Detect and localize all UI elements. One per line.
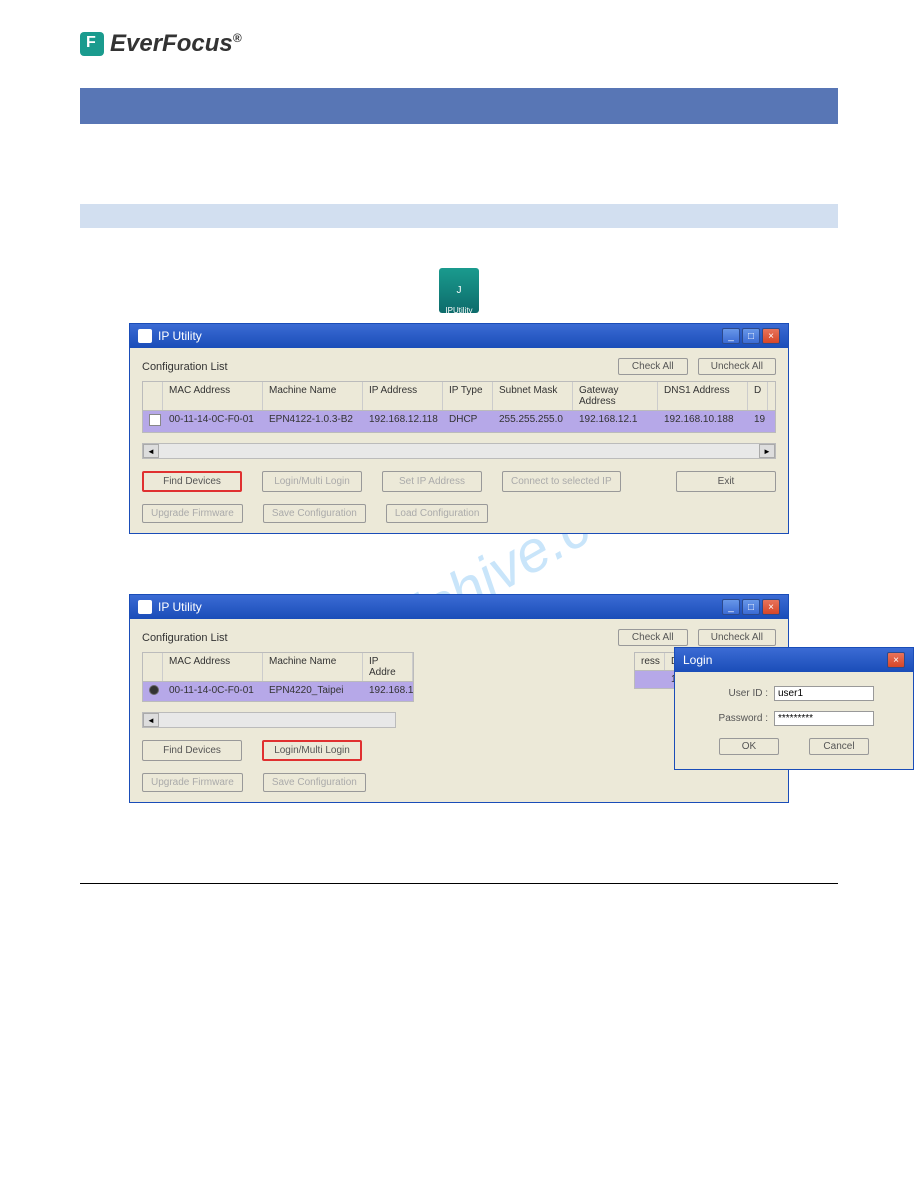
password-field[interactable] bbox=[774, 711, 874, 726]
col-mac: MAC Address bbox=[163, 653, 263, 681]
dialog-title: Login bbox=[683, 653, 712, 667]
user-id-label: User ID : bbox=[714, 688, 774, 699]
cell-subnet: 255.255.255.0 bbox=[493, 411, 573, 432]
cell-ip: 192.168.12.118 bbox=[363, 411, 443, 432]
col-machine: Machine Name bbox=[263, 653, 363, 681]
maximize-button[interactable]: □ bbox=[742, 599, 760, 615]
col-d: D bbox=[748, 382, 768, 410]
cell-ip: 192.168.1 bbox=[363, 682, 413, 701]
logo-icon bbox=[80, 32, 104, 56]
row-radio[interactable] bbox=[149, 685, 159, 695]
cell-mac: 00-11-14-0C-F0-01 bbox=[163, 411, 263, 432]
cell-mac: 00-11-14-0C-F0-01 bbox=[163, 682, 263, 701]
ip-utility-window-2: IP Utility _ □ × Configuration List Chec… bbox=[129, 594, 789, 803]
blue-section-bar bbox=[80, 88, 838, 124]
footer-separator bbox=[80, 883, 838, 884]
utility-icon-label: IPUtility bbox=[445, 306, 472, 315]
cell-machine: EPN4220_Taipei bbox=[263, 682, 363, 701]
set-ip-button[interactable]: Set IP Address bbox=[382, 471, 482, 492]
horizontal-scrollbar[interactable]: ◄ ► bbox=[142, 443, 776, 459]
check-all-button[interactable]: Check All bbox=[618, 358, 688, 375]
scroll-left-icon[interactable]: ◄ bbox=[143, 713, 159, 727]
row-checkbox[interactable] bbox=[149, 414, 161, 426]
user-id-field[interactable] bbox=[774, 686, 874, 701]
utility-icon-container: J IPUtility bbox=[80, 268, 838, 313]
login-multi-button[interactable]: Login/Multi Login bbox=[262, 740, 362, 761]
table-header: MAC Address Machine Name IP Address IP T… bbox=[142, 381, 776, 411]
logo: EverFocus® bbox=[80, 30, 838, 58]
logo-section: EverFocus® bbox=[80, 30, 838, 58]
uncheck-all-button[interactable]: Uncheck All bbox=[698, 629, 776, 646]
upgrade-firmware-button[interactable]: Upgrade Firmware bbox=[142, 773, 243, 792]
save-config-button[interactable]: Save Configuration bbox=[263, 773, 366, 792]
maximize-button[interactable]: □ bbox=[742, 328, 760, 344]
window-title: IP Utility bbox=[158, 600, 202, 614]
col-dns: DNS1 Address bbox=[658, 382, 748, 410]
upgrade-firmware-button[interactable]: Upgrade Firmware bbox=[142, 504, 243, 523]
save-config-button[interactable]: Save Configuration bbox=[263, 504, 366, 523]
app-icon bbox=[138, 600, 152, 614]
dialog-close-button[interactable]: × bbox=[887, 652, 905, 668]
col-ress: ress bbox=[635, 653, 665, 670]
cell-dns: 192.168.10.188 bbox=[658, 411, 748, 432]
col-mac: MAC Address bbox=[163, 382, 263, 410]
col-ip: IP Addre bbox=[363, 653, 413, 681]
utility-icon-glyph: J bbox=[457, 285, 462, 296]
load-config-button[interactable]: Load Configuration bbox=[386, 504, 489, 523]
titlebar: IP Utility _ □ × bbox=[130, 324, 788, 348]
cell-machine: EPN4122-1.0.3-B2 bbox=[263, 411, 363, 432]
ip-utility-desktop-icon[interactable]: J IPUtility bbox=[439, 268, 479, 313]
cell-d: 19 bbox=[748, 411, 768, 432]
light-blue-section-bar bbox=[80, 204, 838, 228]
table-header-left: MAC Address Machine Name IP Addre bbox=[142, 652, 414, 682]
scroll-track[interactable] bbox=[159, 444, 759, 458]
col-gateway: Gateway Address bbox=[573, 382, 658, 410]
app-icon bbox=[138, 329, 152, 343]
col-type: IP Type bbox=[443, 382, 493, 410]
config-list-label: Configuration List bbox=[142, 632, 228, 644]
minimize-button[interactable]: _ bbox=[722, 328, 740, 344]
scroll-left-icon[interactable]: ◄ bbox=[143, 444, 159, 458]
ip-utility-window-1: IP Utility _ □ × Configuration List Chec… bbox=[129, 323, 789, 534]
check-all-button[interactable]: Check All bbox=[618, 629, 688, 646]
col-subnet: Subnet Mask bbox=[493, 382, 573, 410]
find-devices-button[interactable]: Find Devices bbox=[142, 471, 242, 492]
table-row[interactable]: 00-11-14-0C-F0-01 EPN4122-1.0.3-B2 192.1… bbox=[142, 411, 776, 433]
table-row[interactable]: 00-11-14-0C-F0-01 EPN4220_Taipei 192.168… bbox=[142, 682, 414, 702]
dialog-titlebar: Login × bbox=[675, 648, 913, 672]
close-button[interactable]: × bbox=[762, 599, 780, 615]
col-machine: Machine Name bbox=[263, 382, 363, 410]
cell-gateway: 192.168.12.1 bbox=[573, 411, 658, 432]
password-label: Password : bbox=[714, 713, 774, 724]
scroll-track[interactable] bbox=[159, 713, 395, 727]
login-dialog: Login × User ID : Password : bbox=[674, 647, 914, 770]
cell-type: DHCP bbox=[443, 411, 493, 432]
minimize-button[interactable]: _ bbox=[722, 599, 740, 615]
titlebar: IP Utility _ □ × bbox=[130, 595, 788, 619]
horizontal-scrollbar-left[interactable]: ◄ bbox=[142, 712, 396, 728]
window-title: IP Utility bbox=[158, 329, 202, 343]
scroll-right-icon[interactable]: ► bbox=[759, 444, 775, 458]
ok-button[interactable]: OK bbox=[719, 738, 779, 755]
col-ip: IP Address bbox=[363, 382, 443, 410]
find-devices-button[interactable]: Find Devices bbox=[142, 740, 242, 761]
exit-button[interactable]: Exit bbox=[676, 471, 776, 492]
close-button[interactable]: × bbox=[762, 328, 780, 344]
login-multi-button[interactable]: Login/Multi Login bbox=[262, 471, 362, 492]
connect-button[interactable]: Connect to selected IP bbox=[502, 471, 621, 492]
brand-name: EverFocus® bbox=[110, 30, 242, 58]
uncheck-all-button[interactable]: Uncheck All bbox=[698, 358, 776, 375]
cancel-button[interactable]: Cancel bbox=[809, 738, 869, 755]
config-list-label: Configuration List bbox=[142, 361, 228, 373]
